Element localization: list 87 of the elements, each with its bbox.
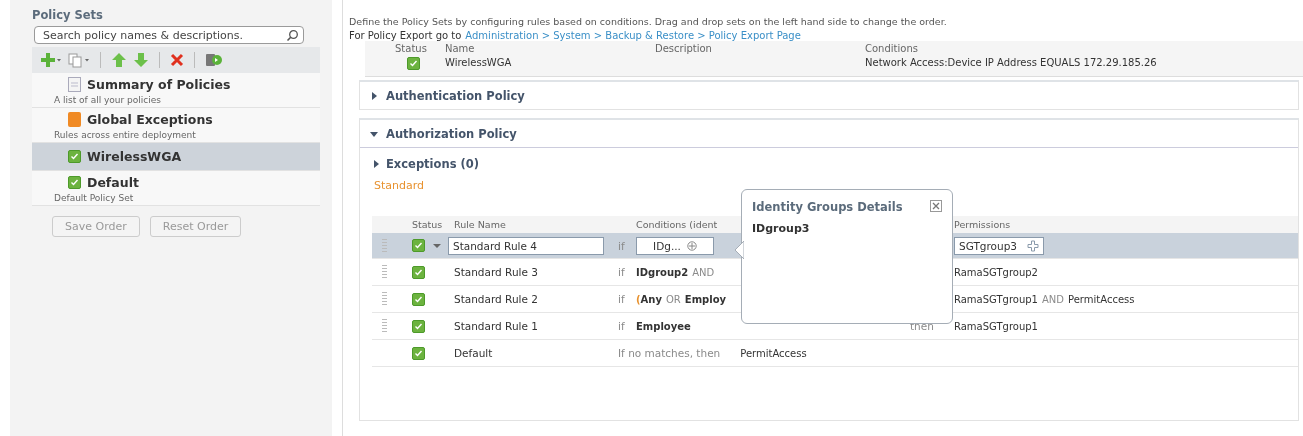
policy-set-name: Summary of Policies xyxy=(87,77,231,92)
column-header: Permissions xyxy=(954,219,1011,230)
rule-name-field[interactable]: Standard Rule 4 xyxy=(448,236,604,255)
permission-value: SGTgroup3 xyxy=(959,239,1018,252)
move-down-icon[interactable] xyxy=(133,52,149,68)
add-plus-icon[interactable] xyxy=(1027,239,1039,252)
exceptions-icon xyxy=(68,112,81,127)
policy-set-name: Global Exceptions xyxy=(87,112,213,127)
condition-name: IDgroup2 xyxy=(636,266,689,278)
rule-name: Standard Rule 1 xyxy=(454,320,539,332)
if-keyword: if xyxy=(618,293,626,305)
policy-set-name: WirelessWGA xyxy=(87,149,182,164)
permission-name: PermitAccess xyxy=(1068,293,1135,305)
checkbox[interactable] xyxy=(68,176,81,189)
checkmark-icon xyxy=(69,177,80,188)
close-icon[interactable] xyxy=(930,200,942,212)
operator-text: AND xyxy=(1042,293,1064,305)
rule-name: Default xyxy=(454,347,494,359)
rule-name: Standard Rule 3 xyxy=(454,266,539,278)
checkbox[interactable] xyxy=(412,346,425,360)
export-label: For Policy Export go to xyxy=(349,30,462,41)
if-keyword: if xyxy=(618,320,626,332)
condition-name: Employee xyxy=(636,320,691,332)
column-header: Status xyxy=(394,43,428,54)
section-title: Authorization Policy xyxy=(386,126,517,141)
caret-icon[interactable] xyxy=(433,242,441,249)
policy-set-description: Rules across entire deployment xyxy=(54,130,197,140)
permission-name: PermitAccess xyxy=(740,347,807,359)
column-header: Rule Name xyxy=(454,219,506,230)
policy-set-description: Default Policy Set xyxy=(54,193,135,203)
document-icon xyxy=(68,77,81,92)
instructions-text: Define the Policy Sets by configuring rules based on conditions. Drag and drop sets on the left hand side to change the order. xyxy=(349,16,948,27)
checkbox[interactable] xyxy=(407,57,420,70)
column-header: Name xyxy=(445,43,476,54)
section-title: Authentication Policy xyxy=(386,88,525,103)
column-header: Status xyxy=(411,219,443,230)
condition-value: IDg... xyxy=(653,239,681,252)
checkbox[interactable] xyxy=(412,319,425,333)
add-circle-icon[interactable] xyxy=(686,240,697,251)
permission-name: RamaSGTgroup1 xyxy=(954,320,1038,332)
policy-set-item[interactable]: WirelessWGA xyxy=(32,143,320,171)
column-header: Conditions xyxy=(865,43,919,54)
rule-name: Standard Rule 2 xyxy=(454,293,539,305)
move-up-icon[interactable] xyxy=(111,52,127,68)
operator-text: OR xyxy=(665,293,681,305)
condition-name: ( xyxy=(636,293,641,305)
expand-triangle-icon[interactable] xyxy=(372,160,380,168)
search-icon[interactable] xyxy=(286,28,299,42)
add-dropdown-icon[interactable] xyxy=(40,52,62,68)
expand-triangle-icon[interactable] xyxy=(370,91,378,100)
collapse-triangle-icon[interactable] xyxy=(370,129,378,138)
section-header[interactable]: Authentication Policy xyxy=(359,80,1299,110)
popover-title: Identity Groups Details xyxy=(752,200,903,214)
search-field[interactable]: Search policy names & descriptions. xyxy=(34,26,304,44)
policy-set-description: A list of all your policies xyxy=(54,95,162,105)
policy-set-conditions: Network Access:Device IP Address EQUALS 172.29.185.26 xyxy=(865,57,1158,70)
condition-field[interactable]: IDg... xyxy=(636,236,714,255)
permission-name: RamaSGTgroup2 xyxy=(954,266,1038,278)
condition-name: Employ xyxy=(684,293,727,305)
fallback-text: If no matches, then xyxy=(618,347,721,359)
policy-set-name: WirelessWGA xyxy=(445,57,513,70)
checkbox[interactable] xyxy=(412,292,425,306)
checkbox[interactable] xyxy=(412,239,425,252)
policy-set-item[interactable]: Summary of Policies A list of all your policies xyxy=(32,73,320,108)
permission-name: RamaSGTgroup1 xyxy=(954,293,1038,305)
column-header: Conditions (ident xyxy=(636,219,718,230)
checkbox[interactable] xyxy=(412,265,425,279)
policy-set-item[interactable]: Default Default Policy Set xyxy=(32,171,320,206)
checkmark-icon xyxy=(408,58,419,69)
standard-label: Standard xyxy=(374,179,426,192)
if-keyword: if xyxy=(618,266,626,278)
if-keyword: if xyxy=(618,239,626,252)
identity-group-name: IDgroup3 xyxy=(752,222,811,235)
export-link[interactable]: Administration > System > Backup & Restore > Policy Export Page xyxy=(465,30,801,41)
checkbox[interactable] xyxy=(68,150,81,163)
column-header: Description xyxy=(655,43,713,54)
permission-field[interactable]: SGTgroup3 xyxy=(954,236,1044,255)
checkmark-icon xyxy=(413,240,424,251)
duplicate-dropdown-icon[interactable] xyxy=(68,52,90,68)
condition-name: Any xyxy=(640,293,662,305)
policy-set-name: Default xyxy=(87,175,139,190)
operator-text: AND xyxy=(692,266,715,278)
panel-title: Policy Sets xyxy=(31,7,104,24)
exceptions-label[interactable]: Exceptions (0) xyxy=(386,157,479,171)
delete-icon[interactable] xyxy=(170,53,184,67)
checkmark-icon xyxy=(69,151,80,162)
export-icon[interactable] xyxy=(205,52,223,68)
